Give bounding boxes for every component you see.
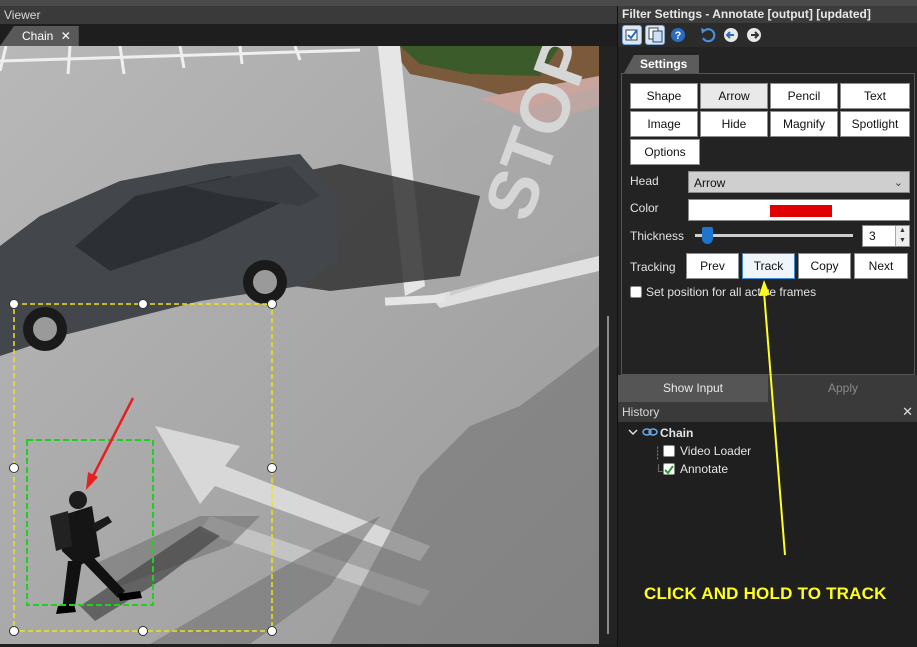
annotate-checkbox[interactable] bbox=[663, 463, 675, 475]
car-rim-front bbox=[33, 317, 57, 341]
tracking-label: Tracking bbox=[630, 260, 676, 274]
history-root-chain[interactable]: Chain bbox=[660, 426, 693, 440]
viewer-tabbar: Chain ✕ bbox=[0, 24, 617, 46]
thickness-slider-thumb[interactable] bbox=[702, 227, 713, 244]
stepper-arrows: ▲ ▼ bbox=[895, 226, 909, 246]
hide-button[interactable]: Hide bbox=[700, 111, 768, 137]
set-position-checkbox[interactable] bbox=[630, 286, 642, 298]
head-label: Head bbox=[630, 174, 659, 188]
shape-button[interactable]: Shape bbox=[630, 83, 698, 109]
chain-link-icon bbox=[642, 426, 658, 441]
history-title-label: History bbox=[622, 405, 660, 419]
viewer-scrollbar[interactable] bbox=[599, 46, 617, 644]
history-item-video-loader[interactable]: Video Loader bbox=[680, 444, 751, 458]
pencil-button[interactable]: Pencil bbox=[770, 83, 838, 109]
options-button[interactable]: Options bbox=[630, 139, 700, 165]
filter-settings-title: Filter Settings - Annotate [output] [upd… bbox=[618, 6, 917, 23]
magnify-button[interactable]: Magnify bbox=[770, 111, 838, 137]
arrow-button[interactable]: Arrow bbox=[700, 83, 768, 109]
video-loader-checkbox[interactable] bbox=[663, 445, 675, 457]
tree-connector: ┊ bbox=[654, 446, 662, 460]
viewer-scrollbar-thumb[interactable] bbox=[607, 316, 609, 634]
undo-icon[interactable] bbox=[698, 25, 718, 45]
image-button[interactable]: Image bbox=[630, 111, 698, 137]
check-icon[interactable] bbox=[622, 25, 642, 45]
close-icon[interactable]: ✕ bbox=[902, 402, 913, 422]
tab-settings[interactable]: Settings bbox=[624, 55, 700, 73]
color-swatch bbox=[770, 205, 832, 217]
filter-settings-panel: Filter Settings - Annotate [output] [upd… bbox=[617, 6, 917, 402]
copy-button[interactable]: Copy bbox=[798, 253, 851, 279]
stepper-up-icon[interactable]: ▲ bbox=[896, 226, 909, 236]
car-rim-rear bbox=[253, 270, 277, 294]
show-input-button[interactable]: Show Input bbox=[618, 375, 768, 402]
app-window: Viewer Chain ✕ STOP Filter Settings - An… bbox=[0, 0, 917, 647]
back-icon[interactable] bbox=[721, 25, 741, 45]
forward-icon[interactable] bbox=[744, 25, 764, 45]
thickness-value: 3 bbox=[869, 229, 876, 243]
viewer-title: Viewer bbox=[0, 6, 617, 24]
apply-button[interactable]: Apply bbox=[768, 375, 917, 402]
stepper-down-icon[interactable]: ▼ bbox=[896, 236, 909, 246]
tab-close-icon[interactable]: ✕ bbox=[61, 29, 71, 43]
help-icon[interactable]: ? bbox=[668, 25, 688, 45]
tab-chain[interactable]: Chain ✕ bbox=[0, 26, 79, 46]
video-frame[interactable]: STOP bbox=[0, 46, 599, 644]
set-position-label: Set position for all active frames bbox=[646, 285, 817, 299]
head-select[interactable]: Arrow ⌄ bbox=[688, 171, 910, 193]
copy-settings-icon[interactable] bbox=[645, 25, 665, 45]
thickness-slider[interactable] bbox=[695, 234, 853, 237]
thickness-stepper[interactable]: 3 ▲ ▼ bbox=[862, 225, 910, 247]
text-button[interactable]: Text bbox=[840, 83, 910, 109]
viewer-panel: Viewer Chain ✕ STOP bbox=[0, 6, 617, 647]
tab-chain-label: Chain bbox=[22, 29, 54, 43]
expand-chevron-icon[interactable] bbox=[628, 426, 638, 440]
svg-text:?: ? bbox=[675, 30, 682, 42]
history-item-annotate[interactable]: Annotate bbox=[680, 462, 728, 476]
color-picker[interactable] bbox=[688, 199, 910, 221]
callout-text: CLICK AND HOLD TO TRACK bbox=[644, 584, 887, 603]
tree-connector: └ bbox=[654, 464, 663, 478]
video-frame-image: STOP bbox=[0, 46, 599, 644]
color-label: Color bbox=[630, 201, 659, 215]
prev-button[interactable]: Prev bbox=[686, 253, 739, 279]
chevron-down-icon: ⌄ bbox=[893, 177, 903, 189]
next-button[interactable]: Next bbox=[854, 253, 908, 279]
filter-settings-toolbar: ? bbox=[618, 23, 917, 47]
spotlight-button[interactable]: Spotlight bbox=[840, 111, 910, 137]
thickness-label: Thickness bbox=[630, 229, 685, 243]
check-mark-icon bbox=[664, 465, 674, 475]
track-button[interactable]: Track bbox=[742, 253, 795, 279]
settings-body: Shape Arrow Pencil Text Image Hide Magni… bbox=[621, 73, 915, 375]
history-tree: Chain ┊ └ Video Loader Annotate CLICK AN… bbox=[618, 422, 917, 647]
history-panel: History ✕ Chain ┊ └ Video Loader Annotat… bbox=[617, 402, 917, 647]
history-title: History ✕ bbox=[618, 402, 917, 422]
head-select-value: Arrow bbox=[694, 176, 726, 190]
settings-bottom-bar: Show Input Apply bbox=[618, 375, 917, 402]
